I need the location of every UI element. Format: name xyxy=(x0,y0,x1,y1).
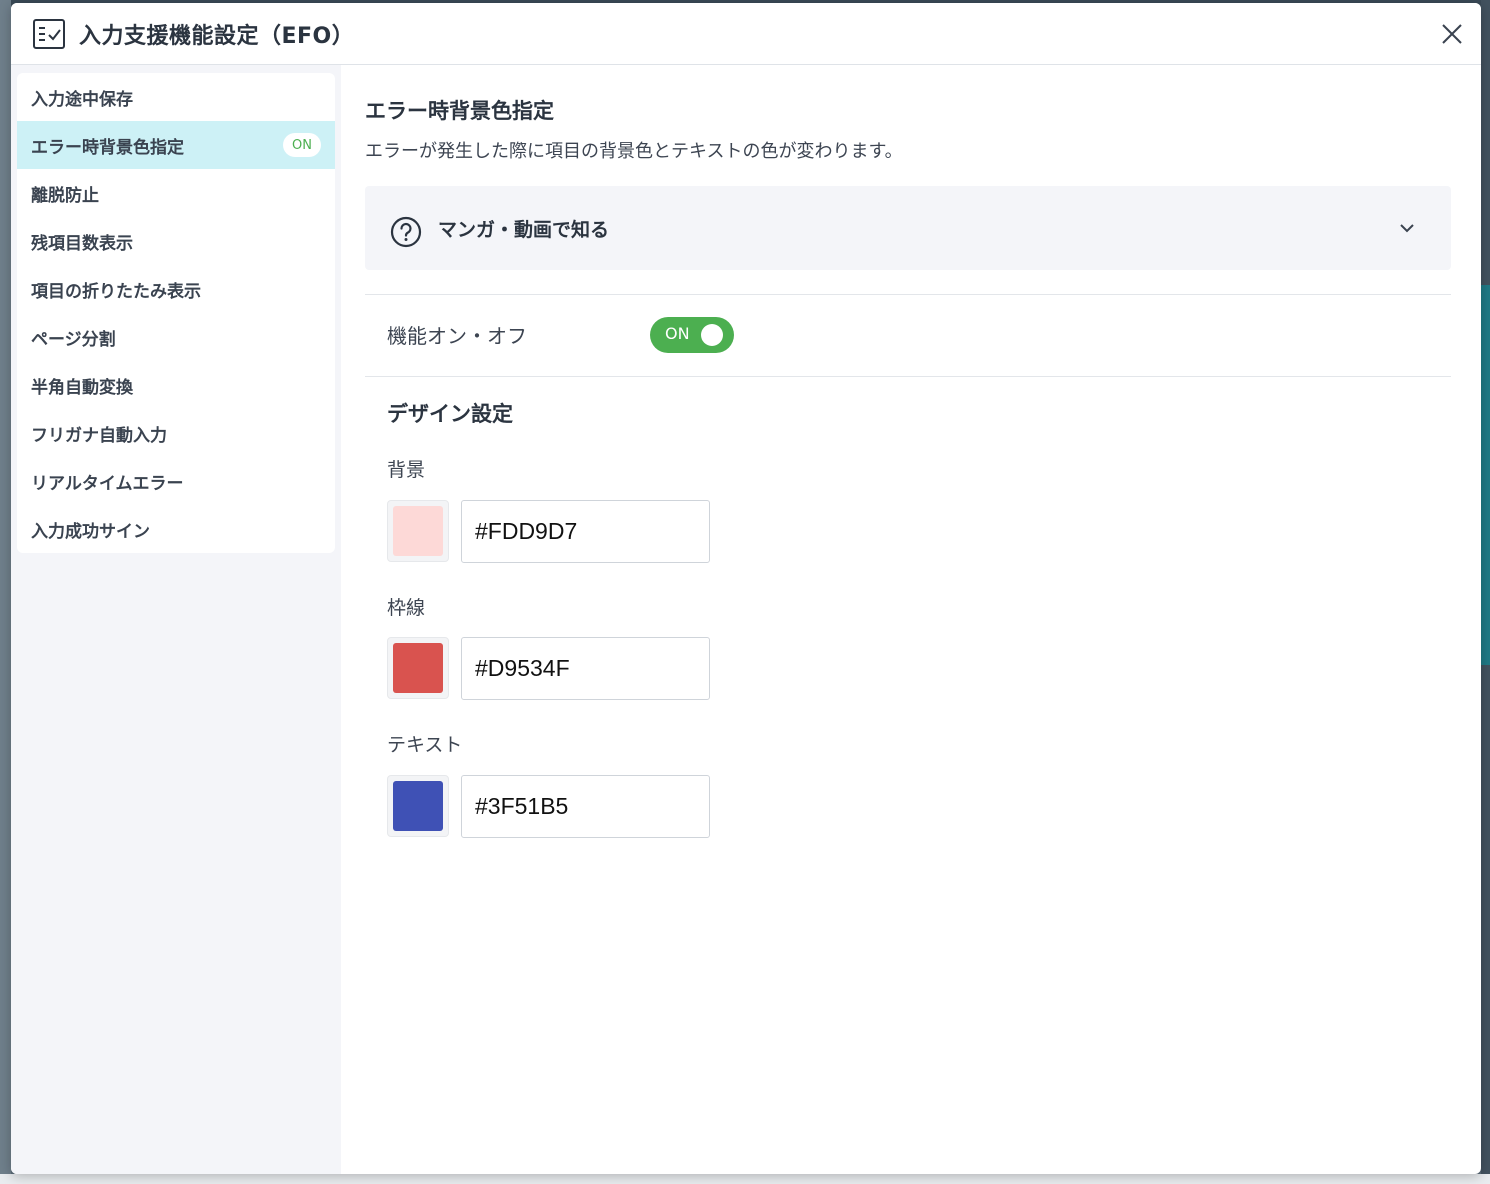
sidebar-item-label: リアルタイムエラー xyxy=(31,473,184,494)
sidebar-item-label: 入力途中保存 xyxy=(31,89,133,110)
swatch-fill xyxy=(393,643,443,693)
sidebar-item-label: ページ分割 xyxy=(31,329,116,350)
sidebar-item-label: 半角自動変換 xyxy=(31,377,133,398)
sidebar-item-exit-prevention[interactable]: 離脱防止 xyxy=(17,169,335,217)
sidebar-item-label: 入力成功サイン xyxy=(31,521,150,542)
border-color-swatch[interactable] xyxy=(387,637,449,699)
feature-toggle-label: 機能オン・オフ xyxy=(387,324,527,348)
sidebar-item-collapse-display[interactable]: 項目の折りたたみ表示 xyxy=(17,265,335,313)
checklist-icon xyxy=(33,19,65,49)
sidebar-item-label: フリガナ自動入力 xyxy=(31,425,167,446)
efo-settings-modal: 入力支援機能設定（EFO） 入力途中保存 エラー時背景色指定 ON 離脱防止 残… xyxy=(11,3,1481,1174)
sidebar-item-label: エラー時背景色指定 xyxy=(31,137,184,158)
sidebar-item-page-split[interactable]: ページ分割 xyxy=(17,313,335,361)
sidebar-item-error-bg-color[interactable]: エラー時背景色指定 ON xyxy=(17,121,335,169)
swatch-fill xyxy=(393,506,443,556)
background-color-swatch[interactable] xyxy=(387,500,449,562)
manga-video-accordion[interactable]: マンガ・動画で知る xyxy=(365,186,1451,270)
sidebar-item-furigana[interactable]: フリガナ自動入力 xyxy=(17,409,335,457)
sidebar-item-label: 残項目数表示 xyxy=(31,233,133,254)
background-color-input[interactable] xyxy=(461,500,710,563)
sidebar-list: 入力途中保存 エラー時背景色指定 ON 離脱防止 残項目数表示 項目の折りたたみ… xyxy=(17,73,335,553)
backdrop-right-accent xyxy=(1481,285,1490,665)
close-icon[interactable] xyxy=(1439,21,1465,47)
sidebar: 入力途中保存 エラー時背景色指定 ON 離脱防止 残項目数表示 項目の折りたたみ… xyxy=(11,65,341,1174)
sidebar-item-label: 項目の折りたたみ表示 xyxy=(31,281,201,302)
accordion-label: マンガ・動画で知る xyxy=(438,219,610,241)
divider xyxy=(365,376,1451,377)
modal-header: 入力支援機能設定（EFO） xyxy=(11,3,1481,65)
text-color-label: テキスト xyxy=(387,734,463,756)
sidebar-item-remaining-count[interactable]: 残項目数表示 xyxy=(17,217,335,265)
text-color-swatch[interactable] xyxy=(387,775,449,837)
toggle-knob xyxy=(701,324,723,346)
toggle-state-text: ON xyxy=(665,324,690,343)
border-color-input[interactable] xyxy=(461,637,710,700)
text-color-input[interactable] xyxy=(461,775,710,838)
background-color-label: 背景 xyxy=(387,459,426,481)
sidebar-item-label: 離脱防止 xyxy=(31,185,99,206)
sidebar-item-halfwidth-convert[interactable]: 半角自動変換 xyxy=(17,361,335,409)
question-circle-icon xyxy=(390,216,422,248)
divider xyxy=(365,294,1451,295)
chevron-down-icon xyxy=(1400,224,1414,233)
swatch-fill xyxy=(393,781,443,831)
status-badge: ON xyxy=(283,133,321,157)
feature-toggle[interactable]: ON xyxy=(650,317,734,353)
design-settings-title: デザイン設定 xyxy=(387,402,513,426)
sidebar-item-success-sign[interactable]: 入力成功サイン xyxy=(17,505,335,553)
sidebar-item-input-save[interactable]: 入力途中保存 xyxy=(17,73,335,121)
section-description: エラーが発生した際に項目の背景色とテキストの色が変わります。 xyxy=(365,141,903,162)
border-color-label: 枠線 xyxy=(387,597,426,619)
modal-title: 入力支援機能設定（EFO） xyxy=(79,24,355,49)
section-title: エラー時背景色指定 xyxy=(365,99,554,123)
backdrop-bottom xyxy=(0,1174,1490,1184)
sidebar-item-realtime-error[interactable]: リアルタイムエラー xyxy=(17,457,335,505)
backdrop-left xyxy=(0,0,11,1184)
